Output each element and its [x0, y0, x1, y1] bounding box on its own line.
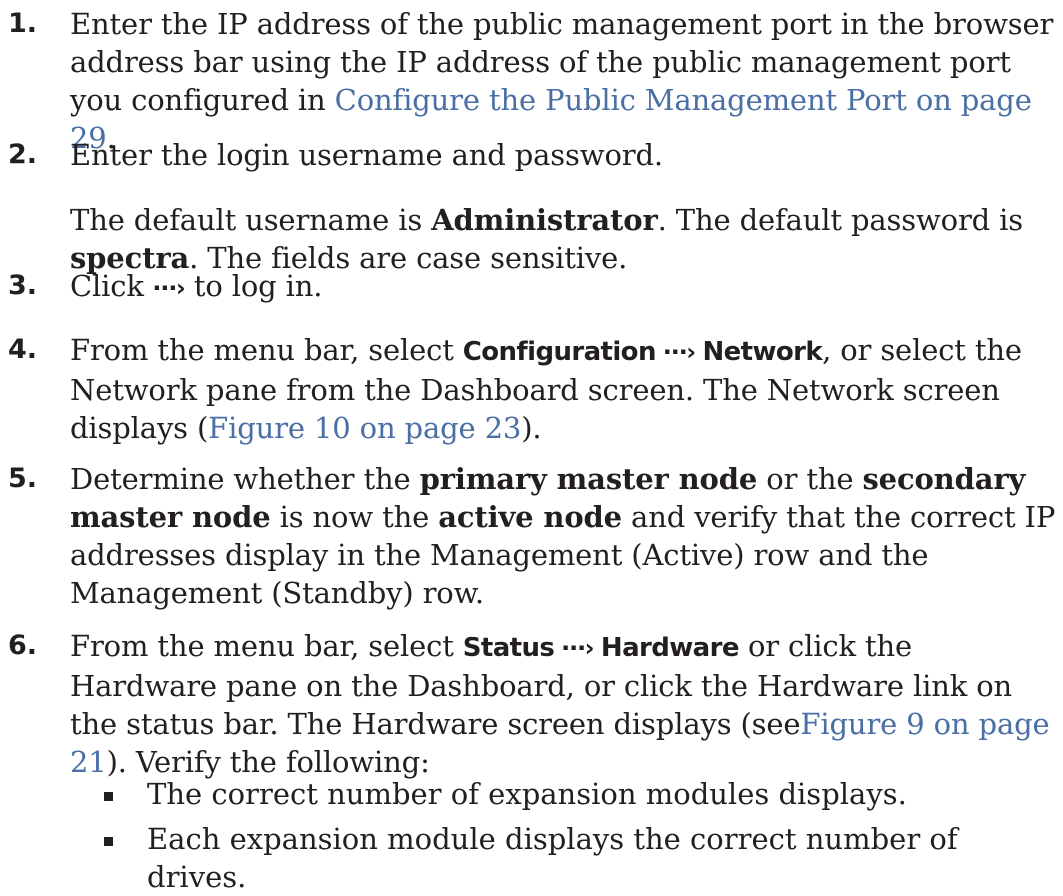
step-number: 3.: [8, 270, 38, 301]
step-number: 5.: [8, 463, 38, 494]
menu-network: Network: [702, 337, 823, 367]
step-number: 4.: [8, 334, 38, 365]
bullet-marker: [104, 792, 113, 801]
step-text: From the menu bar, select Configuration …: [70, 333, 1022, 445]
step-number: 1.: [8, 8, 38, 39]
menu-arrow-icon: ⋯›: [152, 274, 186, 302]
menu-status: Status: [462, 633, 555, 663]
step-text: From the menu bar, select Status ⋯› Hard…: [70, 629, 1050, 779]
menu-arrow-icon: ⋯›: [655, 338, 703, 366]
menu-configuration: Configuration: [462, 337, 657, 367]
step-note: The default username is Administrator. T…: [70, 203, 1024, 275]
default-username: Administrator: [431, 203, 658, 237]
bullet-marker: [104, 837, 113, 846]
step-text: Click ⋯› to log in.: [70, 269, 323, 303]
step-number: 6.: [8, 630, 38, 661]
bullet-item: The correct number of expansion modules …: [147, 777, 907, 811]
link-figure-10[interactable]: Figure 10 on page 23: [208, 411, 521, 445]
step-text: Enter the login username and password.: [70, 138, 663, 172]
menu-hardware: Hardware: [600, 633, 740, 663]
step-number: 2.: [8, 139, 38, 170]
step-text: Enter the IP address of the public manag…: [70, 7, 1054, 155]
document-page: 1. Enter the IP address of the public ma…: [0, 0, 1063, 894]
step-text: Determine whether the primary master nod…: [70, 462, 1056, 610]
menu-arrow-icon: ⋯›: [554, 634, 601, 662]
bullet-item: Each expansion module displays the corre…: [147, 822, 958, 894]
